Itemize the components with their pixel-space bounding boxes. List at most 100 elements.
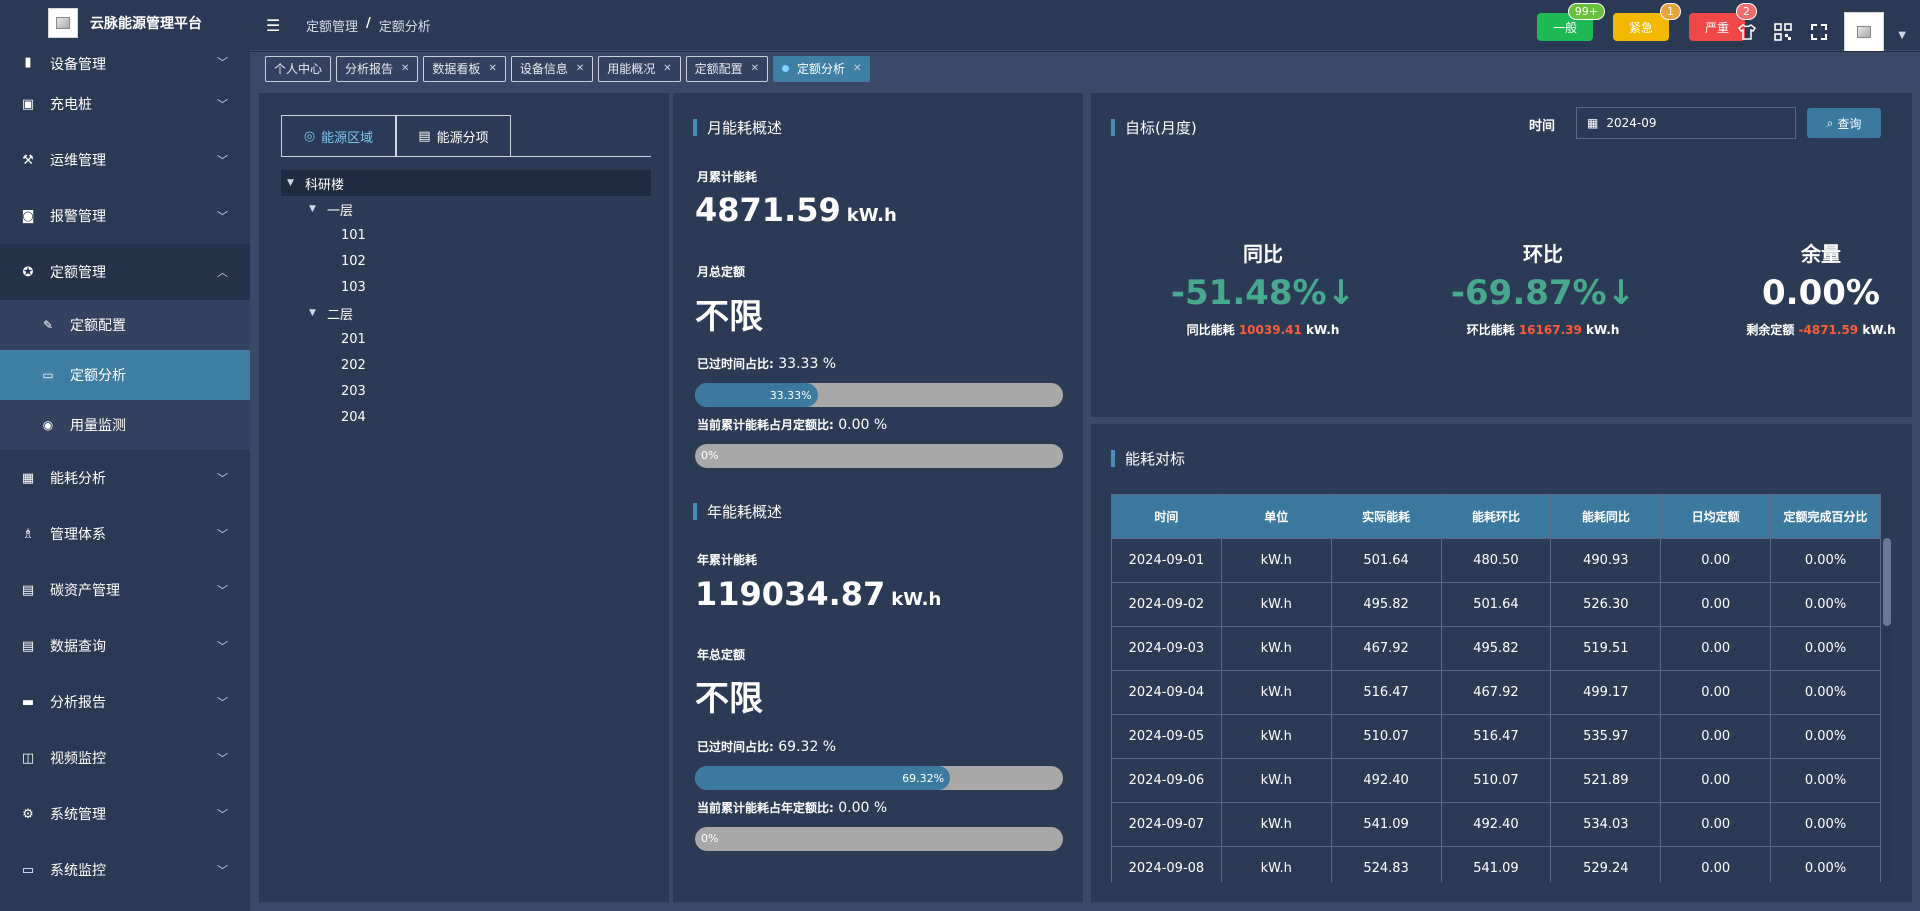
breadcrumb-item[interactable]: 定额管理 <box>306 16 358 35</box>
sidebar-item[interactable]: ▤ 碳资产管理 ﹀ <box>0 562 250 618</box>
sidebar-item[interactable]: ▤ 数据查询 ﹀ <box>0 618 250 674</box>
scrollbar-thumb[interactable] <box>1883 538 1891 626</box>
sidebar-subitem[interactable]: ◉ 用量监测 <box>0 400 250 450</box>
sidebar-item[interactable]: ♗ 管理体系 ﹀ <box>0 506 250 562</box>
tree-node-room[interactable]: 202 <box>281 352 651 378</box>
table-scrollbar[interactable] <box>1883 538 1891 882</box>
sidebar-subitem[interactable]: ▭ 定额分析 <box>0 350 250 400</box>
close-icon[interactable]: ✕ <box>488 63 496 74</box>
month-picker[interactable]: ▦ 2024-09 <box>1576 107 1796 139</box>
camera-icon: ◫ <box>21 750 35 766</box>
table-icon: ▤ <box>21 582 35 598</box>
close-icon[interactable]: ✕ <box>576 63 584 74</box>
tags-view: 个人中心 分析报告 ✕ 数据看板 ✕ 设备信息 ✕ 用能概况 ✕ 定额配置 ✕ 定额分析 ✕ <box>250 51 1920 85</box>
tree-node-room[interactable]: 204 <box>281 404 651 430</box>
table-cell: 0.00% <box>1770 538 1881 583</box>
table-wrapper[interactable]: 时间 单位 实际能耗 能耗环比 能耗同比 日均定额 定额完成百分比 2024-09-01 kW… <box>1111 494 1891 882</box>
sidebar-subitem[interactable]: ✎ 定额配置 <box>0 300 250 350</box>
sidebar-subitem-label: 定额分析 <box>70 368 126 384</box>
qrcode-icon[interactable] <box>1772 21 1794 43</box>
progress-fill: 33.33% <box>695 383 818 407</box>
sidebar-item[interactable]: ✪ 定额管理 ︿ <box>0 244 250 300</box>
close-icon[interactable]: ✕ <box>751 63 759 74</box>
tag[interactable]: 分析报告 ✕ <box>336 55 419 82</box>
tree-node-room[interactable]: 203 <box>281 378 651 404</box>
query-button-label: 查询 <box>1837 116 1862 131</box>
year-quota-ratio: 当前累计能耗占年定额比: 0.00 % <box>697 799 887 816</box>
table-cell: 541.09 <box>1330 802 1442 847</box>
chevron-down-icon: ﹀ <box>217 752 228 765</box>
table-row[interactable]: 2024-09-01 kW.h 501.64 480.50 490.93 0.00 0.00… <box>1111 538 1881 583</box>
table-row[interactable]: 2024-09-03 kW.h 467.92 495.82 519.51 0.00 0.00… <box>1111 626 1881 671</box>
chevron-down-icon: ﹀ <box>217 808 228 821</box>
year-time-progress: 69.32% <box>695 766 1063 790</box>
sidebar-item-label: 碳资产管理 <box>50 583 120 599</box>
sidebar-item[interactable]: ⚙ 系统管理 ﹀ <box>0 786 250 842</box>
tree-node-floor[interactable]: ▼ 二层 <box>281 300 651 326</box>
breadcrumb-separator: / <box>366 15 371 31</box>
tag[interactable]: 设备信息 ✕ <box>510 55 594 82</box>
menu-fold-icon[interactable]: ☰ <box>266 16 286 35</box>
sidebar-item[interactable]: ▮ 设备管理 ﹀ <box>0 46 250 76</box>
tag[interactable]: 个人中心 <box>265 55 332 82</box>
sidebar-item[interactable]: ▦ 能耗分析 ﹀ <box>0 450 250 506</box>
sidebar-item[interactable]: ◙ 报警管理 ﹀ <box>0 188 250 244</box>
query-button[interactable]: ⌕ 查询 <box>1807 108 1881 138</box>
sidebar-item[interactable]: ▬ 分析报告 ﹀ <box>0 674 250 730</box>
tab-label: 能源分项 <box>436 130 489 146</box>
fullscreen-icon[interactable] <box>1808 21 1830 43</box>
year-quota-ratio-label: 当前累计能耗占年定额比: <box>697 801 834 815</box>
sidebar-item[interactable]: ◫ 视频监控 ﹀ <box>0 730 250 786</box>
tab-energy-item[interactable]: ▤ 能源分项 <box>396 115 511 156</box>
table-row[interactable]: 2024-09-04 kW.h 516.47 467.92 499.17 0.00 0.00… <box>1111 670 1881 715</box>
stat-title: 余量 <box>1801 242 1841 266</box>
table-row[interactable]: 2024-09-02 kW.h 495.82 501.64 526.30 0.00 0.00… <box>1111 582 1881 627</box>
sidebar-menu: ▮ 设备管理 ﹀ ▣ 充电桩 ﹀ ⚒ 运维管理 ﹀ ◙ 报警管理 ﹀ ✪ 定额管理 ︿ ✎ 定额配置 ▭ 定额分析 ◉… <box>0 46 250 911</box>
avatar[interactable] <box>1844 12 1884 52</box>
table-row[interactable]: 2024-09-08 kW.h 524.83 541.09 529.24 0.00 0.00… <box>1111 846 1881 882</box>
yoy-stat: 同比 -51.48%↓ 同比能耗 10039.41 kW.h <box>1133 238 1393 338</box>
chevron-down-icon: ﹀ <box>217 56 228 69</box>
table-cell: 0.00 <box>1660 714 1772 759</box>
tree-node-label: 科研楼 <box>305 177 345 193</box>
table-row[interactable]: 2024-09-05 kW.h 510.07 516.47 535.97 0.00 0.00… <box>1111 714 1881 759</box>
sidebar-item[interactable]: ▣ 充电桩 ﹀ <box>0 76 250 132</box>
table-cell: 524.83 <box>1330 846 1442 882</box>
charging-icon: ▣ <box>21 96 35 112</box>
tag[interactable]: 数据看板 ✕ <box>423 55 506 82</box>
table-body: 2024-09-01 kW.h 501.64 480.50 490.93 0.00 0.00… <box>1111 538 1881 882</box>
tag[interactable]: 定额分析 ✕ <box>773 55 871 82</box>
alarm-button[interactable]: 一般 99+ <box>1537 3 1605 41</box>
alarm-button[interactable]: 紧急 1 <box>1613 3 1681 41</box>
month-quota-label: 月总定额 <box>697 265 746 279</box>
tree-node-room[interactable]: 201 <box>281 326 651 352</box>
table-cell: 501.64 <box>1440 582 1552 627</box>
calendar-icon: ▦ <box>1587 116 1599 130</box>
shirt-icon[interactable] <box>1736 21 1758 43</box>
hierarchy-icon: ♗ <box>22 526 34 542</box>
table-row[interactable]: 2024-09-06 kW.h 492.40 510.07 521.89 0.00 0.00… <box>1111 758 1881 803</box>
month-total-label: 月累计能耗 <box>697 170 758 184</box>
stat-sub-value: 10039.41 <box>1238 323 1302 337</box>
tree-node-root[interactable]: ▼ 科研楼 <box>281 170 651 196</box>
tree-node-room[interactable]: 102 <box>281 248 651 274</box>
user-dropdown-icon[interactable]: ▼ <box>1898 30 1906 41</box>
tree-node-room[interactable]: 101 <box>281 222 651 248</box>
tag[interactable]: 用能概况 ✕ <box>598 55 681 82</box>
month-time-ratio: 已过时间占比: 33.33 % <box>697 355 836 372</box>
sidebar-subitem-label: 用量监测 <box>70 418 126 434</box>
table-cell: 529.24 <box>1550 846 1662 882</box>
tab-energy-region[interactable]: ◎ 能源区域 <box>281 115 396 156</box>
tree-node-floor[interactable]: ▼ 一层 <box>281 196 651 222</box>
logo[interactable]: 云脉能源管理平台 <box>0 0 250 46</box>
tree-node-room[interactable]: 103 <box>281 274 651 300</box>
sidebar-item[interactable]: ▭ 系统监控 ﹀ <box>0 842 250 898</box>
stat-sub-unit: kW.h <box>1862 323 1896 337</box>
close-icon[interactable]: ✕ <box>663 63 671 74</box>
table-header-row: 时间 单位 实际能耗 能耗环比 能耗同比 日均定额 定额完成百分比 <box>1111 494 1881 539</box>
table-row[interactable]: 2024-09-07 kW.h 541.09 492.40 534.03 0.00 0.00… <box>1111 802 1881 847</box>
close-icon[interactable]: ✕ <box>853 63 861 74</box>
tag[interactable]: 定额配置 ✕ <box>685 55 769 82</box>
sidebar-item[interactable]: ⚒ 运维管理 ﹀ <box>0 132 250 188</box>
close-icon[interactable]: ✕ <box>401 63 409 74</box>
